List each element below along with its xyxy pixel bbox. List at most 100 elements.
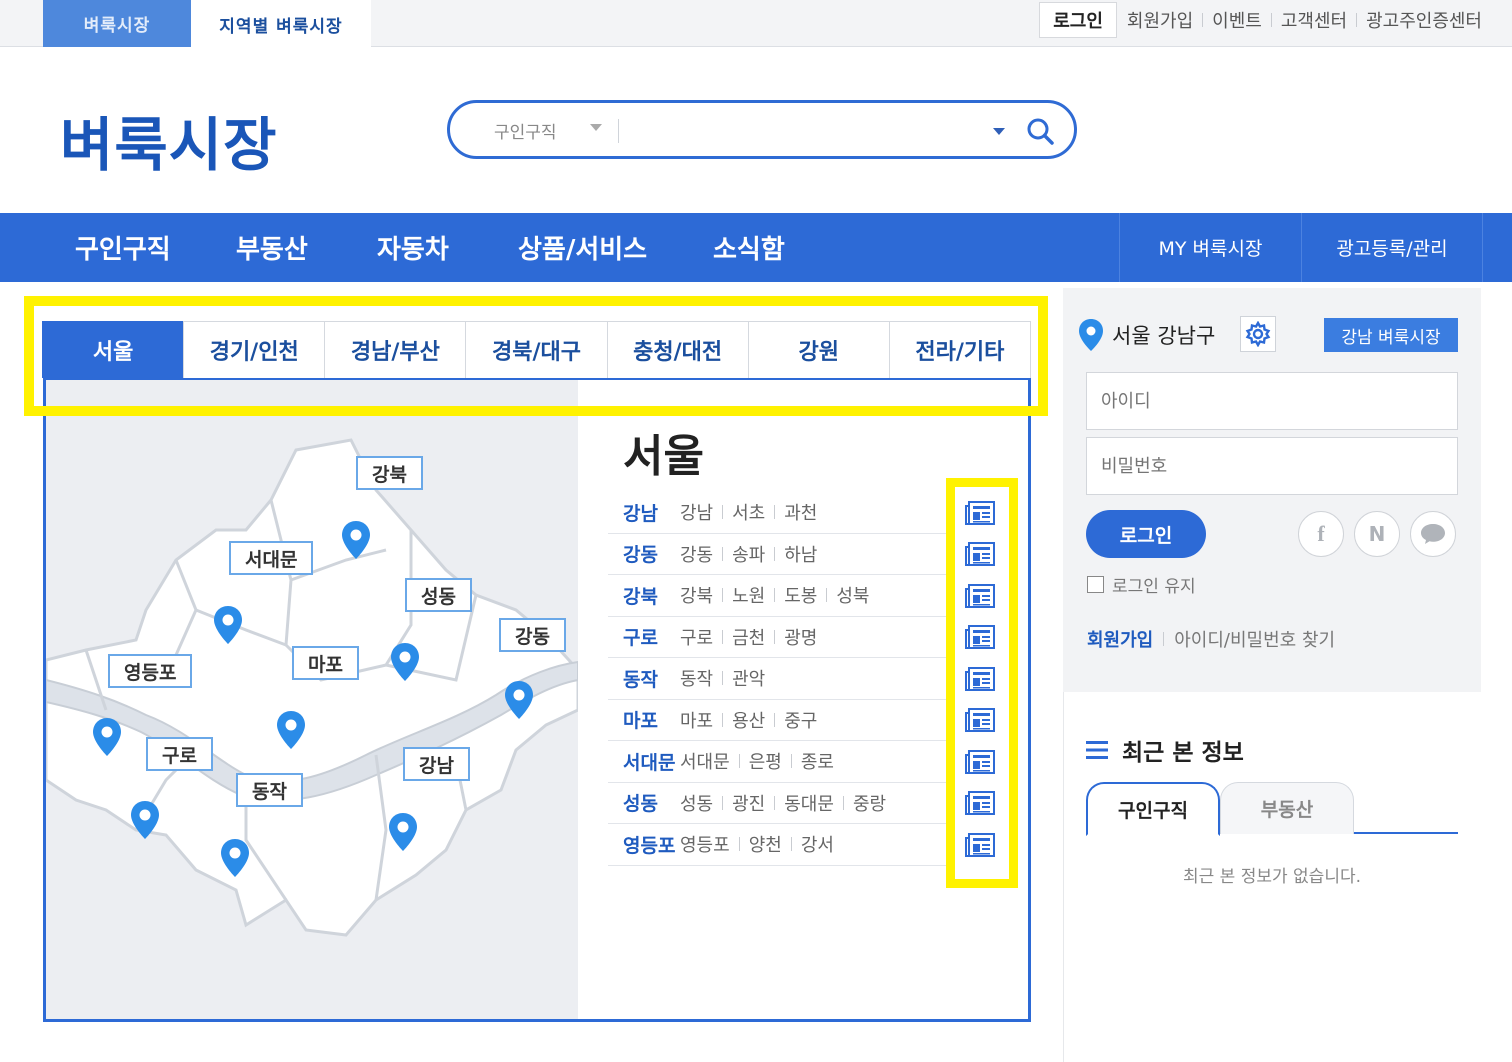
sub-area-link[interactable]: 광진 bbox=[732, 790, 765, 816]
map-district-label[interactable]: 영등포 bbox=[108, 654, 193, 688]
password-input[interactable] bbox=[1101, 455, 1457, 477]
map-pin-icon[interactable] bbox=[213, 605, 243, 645]
top-advertiser-link[interactable]: 광고주인증센터 bbox=[1366, 7, 1482, 33]
sub-area-link[interactable]: 용산 bbox=[732, 707, 765, 733]
map-pin-icon[interactable] bbox=[388, 812, 418, 852]
district-name-link[interactable]: 마포 bbox=[608, 706, 666, 733]
keep-login-checkbox[interactable] bbox=[1087, 576, 1104, 593]
tab-gangwon[interactable]: 강원 bbox=[747, 321, 890, 378]
map-pin-icon[interactable] bbox=[276, 710, 306, 750]
map-pin-icon[interactable] bbox=[130, 800, 160, 840]
chevron-down-icon[interactable] bbox=[993, 128, 1005, 135]
sub-area-link[interactable]: 마포 bbox=[680, 707, 713, 733]
id-input[interactable] bbox=[1101, 390, 1457, 412]
sub-area-link[interactable]: 은평 bbox=[749, 748, 782, 774]
top-event-link[interactable]: 이벤트 bbox=[1212, 7, 1262, 33]
site-tab-main[interactable]: 벼룩시장 bbox=[43, 0, 191, 47]
recent-tab-real-estate[interactable]: 부동산 bbox=[1220, 782, 1354, 834]
password-field[interactable] bbox=[1086, 437, 1458, 495]
map-district-label[interactable]: 구로 bbox=[146, 737, 213, 771]
sub-area-link[interactable]: 동대문 bbox=[784, 790, 834, 816]
district-name-link[interactable]: 강남 bbox=[608, 499, 666, 526]
id-field[interactable] bbox=[1086, 372, 1458, 430]
chevron-down-icon[interactable] bbox=[590, 124, 602, 131]
naver-login-icon[interactable]: N bbox=[1354, 511, 1400, 557]
newspaper-icon[interactable] bbox=[960, 575, 1000, 617]
tab-chungcheong-daejeon[interactable]: 충청/대전 bbox=[606, 321, 749, 378]
sub-area-link[interactable]: 강북 bbox=[680, 582, 713, 608]
recent-tab-jobs[interactable]: 구인구직 bbox=[1086, 782, 1220, 836]
nav-goods-services[interactable]: 상품/서비스 bbox=[518, 213, 647, 282]
sub-area-link[interactable]: 관악 bbox=[732, 665, 765, 691]
newspaper-icon[interactable] bbox=[960, 741, 1000, 783]
newspaper-icon[interactable] bbox=[960, 783, 1000, 825]
sub-area-link[interactable]: 영등포 bbox=[680, 831, 730, 857]
map-pin-icon[interactable] bbox=[390, 642, 420, 682]
kakao-login-icon[interactable] bbox=[1410, 511, 1456, 557]
search-category-select[interactable]: 구인구직 bbox=[494, 118, 557, 143]
keep-login[interactable]: 로그인 유지 bbox=[1087, 572, 1196, 597]
sub-area-link[interactable]: 광명 bbox=[784, 624, 817, 650]
sub-area-link[interactable]: 서대문 bbox=[680, 748, 730, 774]
tab-seoul[interactable]: 서울 bbox=[42, 321, 185, 378]
newspaper-icon[interactable] bbox=[960, 658, 1000, 700]
sub-area-link[interactable]: 서초 bbox=[732, 499, 765, 525]
newspaper-icon[interactable] bbox=[960, 824, 1000, 866]
sub-area-link[interactable]: 중랑 bbox=[853, 790, 886, 816]
tab-gyeongbuk-daegu[interactable]: 경북/대구 bbox=[465, 321, 608, 378]
site-tab-region[interactable]: 지역별 벼룩시장 bbox=[191, 0, 371, 48]
district-name-link[interactable]: 구로 bbox=[608, 623, 666, 650]
map-district-label[interactable]: 동작 bbox=[236, 773, 303, 807]
sub-area-link[interactable]: 양천 bbox=[749, 831, 782, 857]
top-login-link[interactable]: 로그인 bbox=[1039, 2, 1117, 38]
site-logo[interactable]: 벼룩시장 bbox=[60, 98, 277, 182]
sub-area-link[interactable]: 강남 bbox=[680, 499, 713, 525]
sub-area-link[interactable]: 성북 bbox=[836, 582, 869, 608]
nav-real-estate[interactable]: 부동산 bbox=[236, 213, 308, 282]
sub-area-link[interactable]: 하남 bbox=[784, 541, 817, 567]
tab-gyeongnam-busan[interactable]: 경남/부산 bbox=[324, 321, 467, 378]
nav-jobs[interactable]: 구인구직 bbox=[75, 213, 171, 282]
district-name-link[interactable]: 서대문 bbox=[608, 748, 675, 775]
search-input[interactable] bbox=[630, 113, 970, 147]
join-link[interactable]: 회원가입 bbox=[1087, 626, 1153, 652]
nav-cars[interactable]: 자동차 bbox=[377, 213, 449, 282]
map-district-label[interactable]: 강북 bbox=[356, 456, 423, 490]
map-pin-icon[interactable] bbox=[504, 680, 534, 720]
facebook-login-icon[interactable]: f bbox=[1298, 511, 1344, 557]
sub-area-link[interactable]: 송파 bbox=[732, 541, 765, 567]
sub-area-link[interactable]: 강동 bbox=[680, 541, 713, 567]
map-district-label[interactable]: 서대문 bbox=[229, 541, 314, 575]
search-icon[interactable] bbox=[1025, 116, 1055, 146]
sub-area-link[interactable]: 중구 bbox=[784, 707, 817, 733]
district-name-link[interactable]: 강북 bbox=[608, 582, 666, 609]
tab-gyeonggi-incheon[interactable]: 경기/인천 bbox=[183, 321, 326, 378]
top-support-link[interactable]: 고객센터 bbox=[1281, 7, 1347, 33]
nav-ad-manage[interactable]: 광고등록/관리 bbox=[1301, 213, 1483, 282]
login-button[interactable]: 로그인 bbox=[1086, 510, 1206, 558]
sub-area-link[interactable]: 도봉 bbox=[784, 582, 817, 608]
map-district-label[interactable]: 성동 bbox=[405, 578, 472, 612]
top-join-link[interactable]: 회원가입 bbox=[1127, 7, 1193, 33]
newspaper-icon[interactable] bbox=[960, 492, 1000, 534]
find-account-link[interactable]: 아이디/비밀번호 찾기 bbox=[1174, 626, 1335, 652]
newspaper-icon[interactable] bbox=[960, 534, 1000, 576]
newspaper-icon[interactable] bbox=[960, 700, 1000, 742]
nav-my-market[interactable]: MY 벼룩시장 bbox=[1119, 213, 1301, 282]
nav-news[interactable]: 소식함 bbox=[713, 213, 785, 282]
map-pin-icon[interactable] bbox=[92, 717, 122, 757]
sub-area-link[interactable]: 노원 bbox=[732, 582, 765, 608]
sub-area-link[interactable]: 동작 bbox=[680, 665, 713, 691]
sub-area-link[interactable]: 금천 bbox=[732, 624, 765, 650]
sub-area-link[interactable]: 과천 bbox=[784, 499, 817, 525]
map-district-label[interactable]: 마포 bbox=[292, 646, 359, 680]
district-name-link[interactable]: 동작 bbox=[608, 665, 666, 692]
local-market-button[interactable]: 강남 벼룩시장 bbox=[1324, 318, 1458, 352]
gear-icon[interactable] bbox=[1240, 316, 1276, 352]
newspaper-icon[interactable] bbox=[960, 617, 1000, 659]
sub-area-link[interactable]: 강서 bbox=[801, 831, 834, 857]
map-district-label[interactable]: 강동 bbox=[499, 618, 566, 652]
district-name-link[interactable]: 영등포 bbox=[608, 831, 675, 858]
sub-area-link[interactable]: 성동 bbox=[680, 790, 713, 816]
district-name-link[interactable]: 강동 bbox=[608, 540, 666, 567]
